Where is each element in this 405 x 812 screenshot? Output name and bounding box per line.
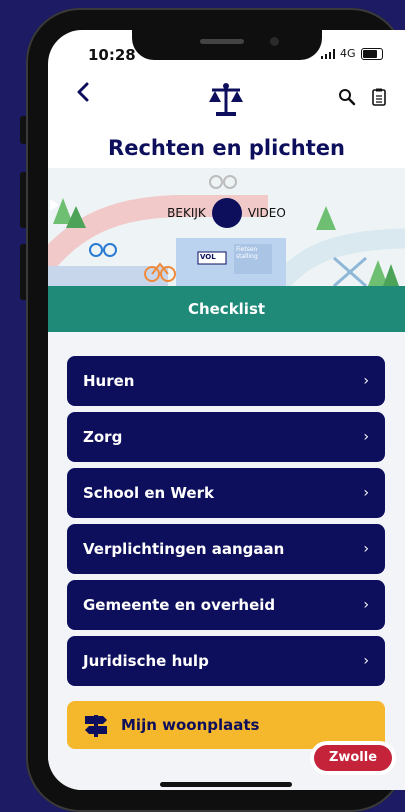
item-label: Juridische hulp (83, 652, 209, 670)
chevron-right-icon: › (363, 653, 369, 669)
notch (132, 30, 322, 60)
play-icon (50, 199, 59, 211)
vol-sign: VOL (200, 253, 216, 261)
video-label: VIDEO (247, 206, 286, 220)
city-badge-label: Zwolle (314, 745, 392, 771)
item-label: Verplichtingen aangaan (83, 540, 285, 558)
status-time: 10:28 (88, 46, 136, 64)
item-label: Zorg (83, 428, 123, 446)
station-sign: Fietsen stalling (236, 246, 258, 260)
chevron-right-icon: › (363, 485, 369, 501)
page-title: Rechten en plichten (108, 136, 345, 160)
signpost-icon (85, 715, 107, 737)
checklist-button[interactable] (372, 88, 386, 110)
item-label: School en Werk (83, 484, 214, 502)
item-label: Huren (83, 372, 135, 390)
play-video-control[interactable]: BEKIJK VIDEO (48, 198, 405, 228)
city-badge[interactable]: Zwolle (310, 741, 396, 775)
chevron-right-icon: › (363, 541, 369, 557)
checklist-icon (372, 88, 386, 106)
chevron-right-icon: › (363, 373, 369, 389)
my-hometown-label: Mijn woonplaats (121, 716, 260, 734)
checklist-item-gemeente[interactable]: Gemeente en overheid › (67, 580, 385, 630)
network-type: 4G (340, 47, 356, 60)
chevron-right-icon: › (363, 429, 369, 445)
search-icon (339, 89, 356, 106)
search-button[interactable] (338, 88, 356, 110)
checklist-item-zorg[interactable]: Zorg › (67, 412, 385, 462)
item-label: Gemeente en overheid (83, 596, 276, 614)
home-logo[interactable] (206, 82, 246, 122)
checklist-item-school-en-werk[interactable]: School en Werk › (67, 468, 385, 518)
checklist-item-verplichtingen[interactable]: Verplichtingen aangaan › (67, 524, 385, 574)
chevron-right-icon: › (363, 597, 369, 613)
watch-label: BEKIJK (167, 206, 206, 220)
battery-icon (360, 47, 383, 60)
chevron-left-icon (77, 82, 89, 102)
checklist-item-huren[interactable]: Huren › (67, 356, 385, 406)
hero-video-banner[interactable]: BEKIJK VIDEO VOL Fietsen stalling (48, 168, 405, 286)
play-button[interactable] (50, 198, 242, 228)
scales-icon (209, 83, 243, 116)
status-icons: 4G (321, 47, 383, 60)
camera (270, 37, 279, 46)
section-title: Checklist (48, 286, 405, 332)
checklist-item-juridische-hulp[interactable]: Juridische hulp › (67, 636, 385, 686)
home-indicator[interactable] (160, 782, 292, 787)
back-button[interactable] (76, 82, 90, 108)
signal-icon (321, 48, 335, 59)
speaker (200, 39, 244, 44)
app-screen: 10:28 4G Rechten en plichten BEKIJK VIDE… (48, 30, 405, 790)
